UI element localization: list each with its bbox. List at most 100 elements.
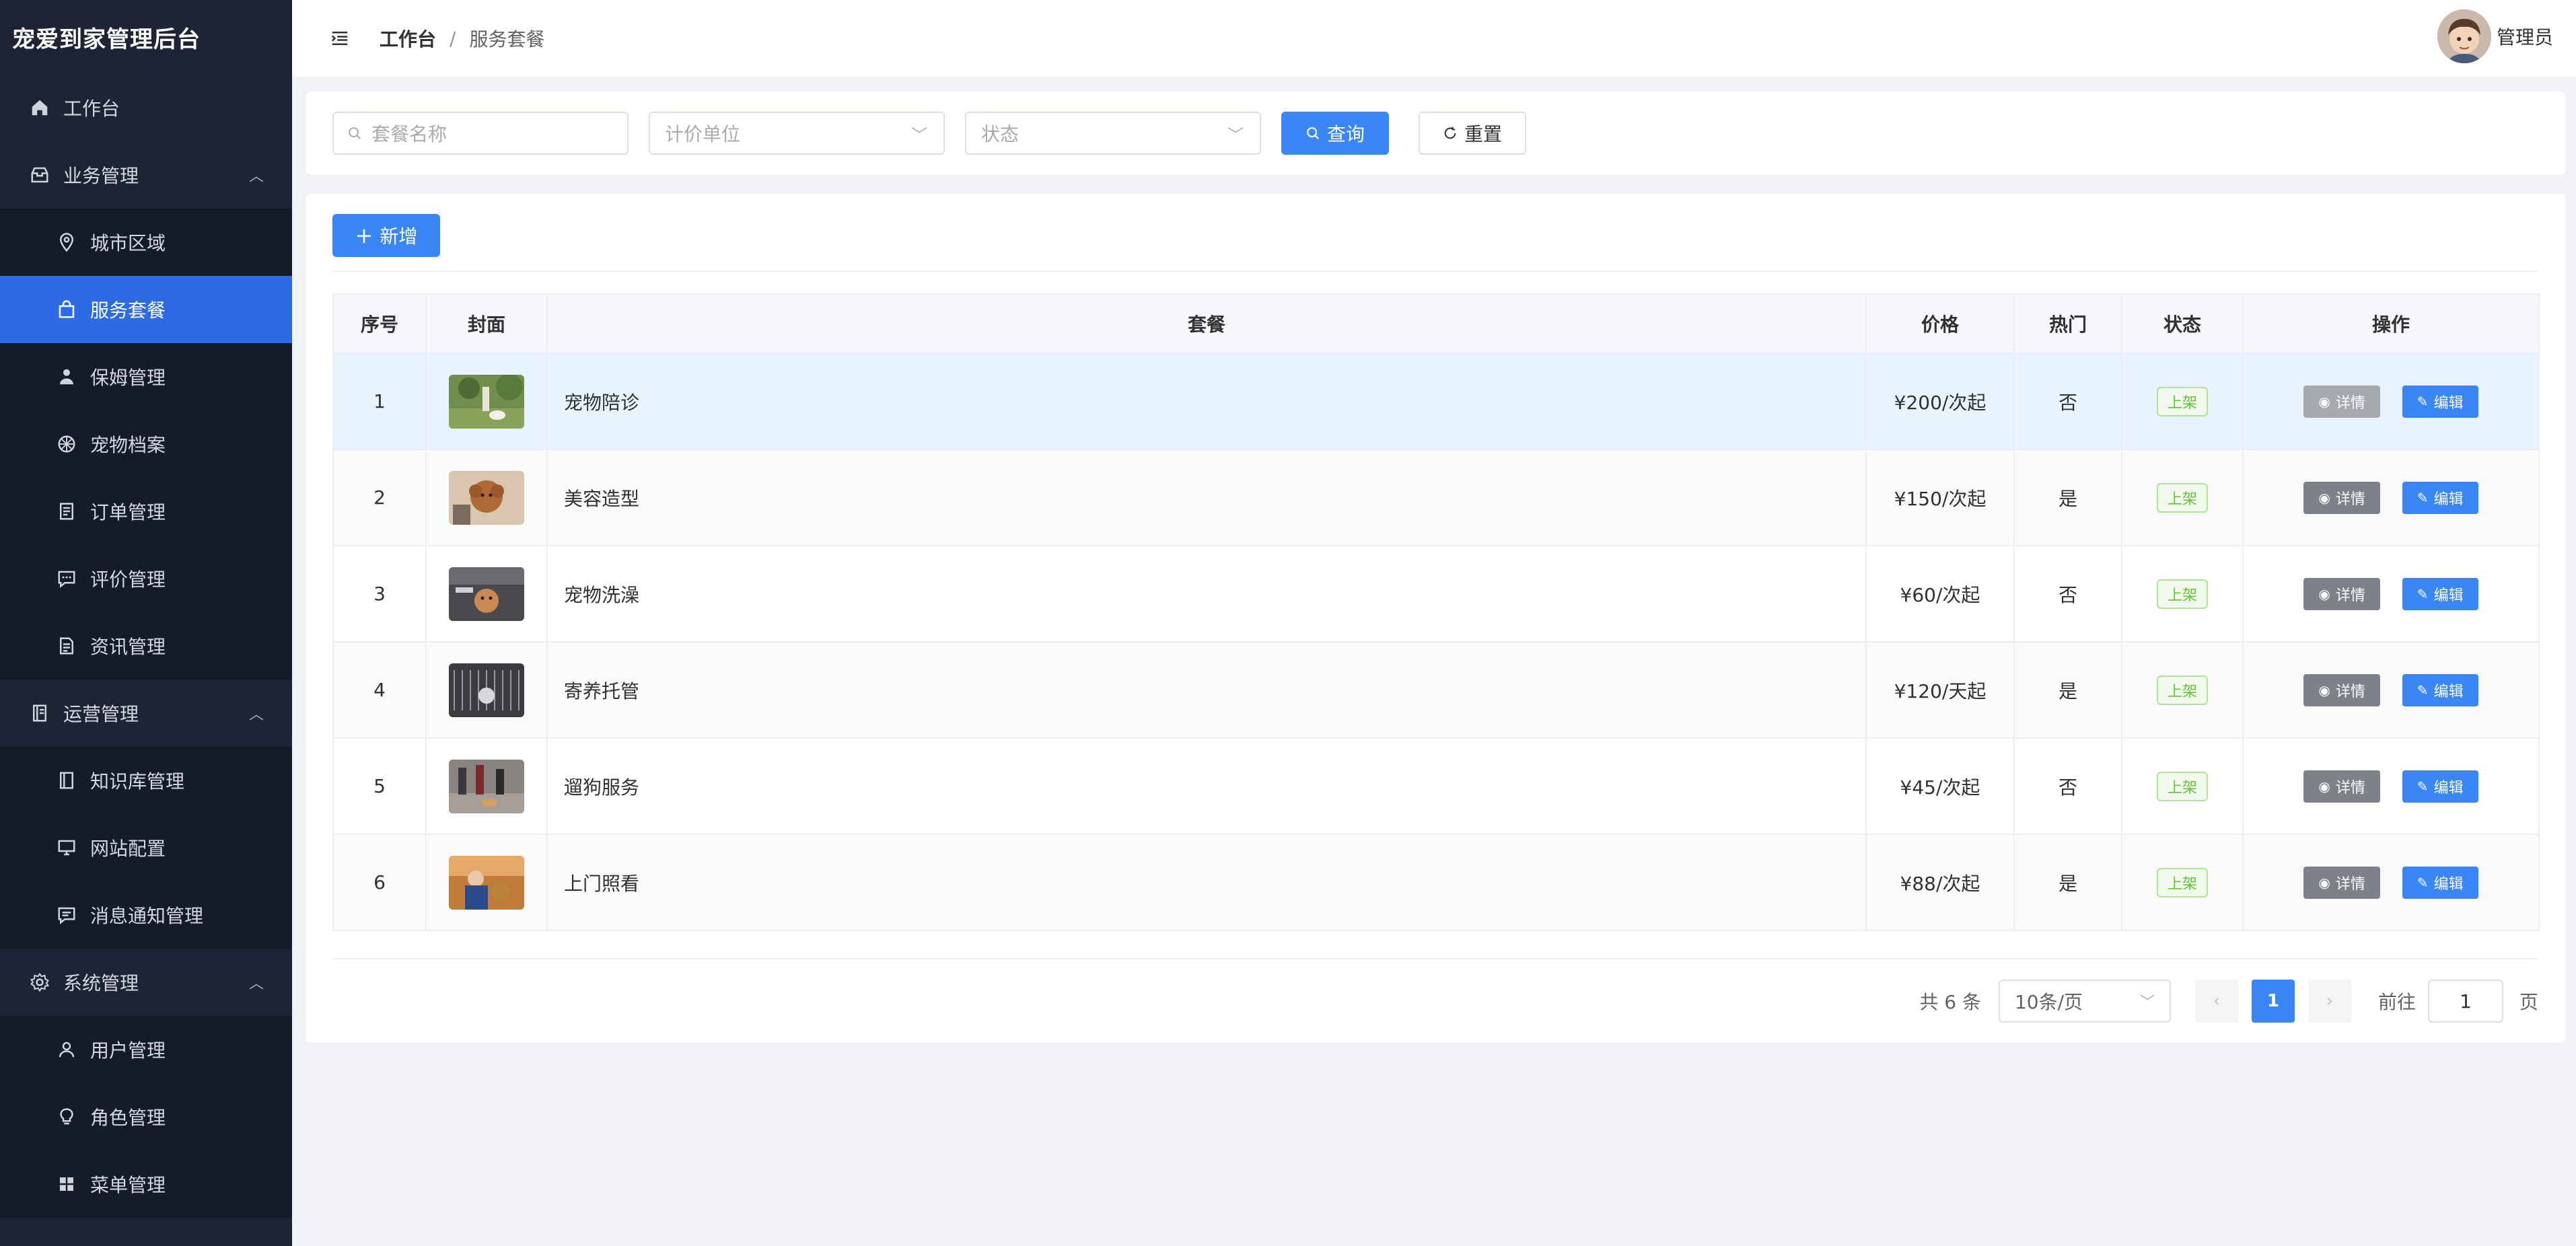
edit-button[interactable]: ✎ 编辑 [2402, 770, 2478, 803]
sidebar-group-business[interactable]: 业务管理 ︿ [0, 141, 292, 209]
edit-button[interactable]: ✎ 编辑 [2402, 673, 2478, 706]
price: ¥120/天起 [1865, 641, 2015, 739]
edit-label: 编辑 [2433, 779, 2464, 797]
sidebar-item-menus[interactable]: 菜单管理 [0, 1150, 292, 1218]
sidebar-item-label: 评价管理 [90, 569, 166, 591]
table-row[interactable]: 1 宠物陪诊 ¥200/次起 否 上架 ◉ 详情 ✎ 编辑 [332, 353, 2540, 450]
sidebar-item-orders[interactable]: 订单管理 [0, 478, 292, 545]
sidebar-item-city-area[interactable]: 城市区域 [0, 209, 292, 276]
breadcrumb-home[interactable]: 工作台 [380, 25, 436, 52]
detail-button[interactable]: ◉ 详情 [2303, 385, 2380, 418]
breadcrumb-current: 服务套餐 [469, 28, 545, 50]
table-panel: + 新增 序号 封面 套餐 价格 热门 状态 操作 1 宠物陪诊 ¥200/次起… [306, 194, 2565, 1043]
edit-button[interactable]: ✎ 编辑 [2402, 866, 2478, 899]
table-row[interactable]: 2 美容造型 ¥150/次起 是 上架 ◉ 详情 ✎ 编辑 [332, 449, 2540, 546]
plus-icon: + [355, 223, 373, 248]
edit-button[interactable]: ✎ 编辑 [2402, 481, 2478, 514]
table-row[interactable]: 4 寄养托管 ¥120/天起 是 上架 ◉ 详情 ✎ 编辑 [332, 641, 2540, 739]
actions-cell: ◉ 详情 ✎ 编辑 [2242, 449, 2540, 546]
page-number-button[interactable]: 1 [2251, 980, 2295, 1023]
page-size-select[interactable]: 10条/页 ﹀ [1998, 980, 2171, 1023]
document-icon [55, 500, 78, 523]
sidebar-group-operations[interactable]: 运营管理 ︿ [0, 680, 292, 747]
table-row[interactable]: 6 上门照看 ¥88/次起 是 上架 ◉ 详情 ✎ 编辑 [332, 834, 2540, 931]
package-name: 遛狗服务 [546, 737, 1867, 835]
sidebar-item-service-package[interactable]: 服务套餐 [0, 276, 292, 343]
sidebar-item-label: 网站配置 [90, 838, 166, 860]
sidebar-item-notifications[interactable]: 消息通知管理 [0, 881, 292, 949]
sidebar-item-roles[interactable]: 角色管理 [0, 1083, 292, 1150]
toolbar-divider [332, 270, 2538, 272]
sidebar-item-label: 保姆管理 [90, 367, 166, 389]
chevron-up-icon: ︿ [248, 706, 264, 723]
detail-button[interactable]: ◉ 详情 [2303, 577, 2380, 610]
cover-cell [425, 737, 548, 835]
chevron-up-icon: ︿ [248, 976, 264, 992]
sidebar-item-users[interactable]: 用户管理 [0, 1016, 292, 1083]
pagination-divider [332, 958, 2538, 959]
sidebar-item-nanny[interactable]: 保姆管理 [0, 343, 292, 410]
table-row[interactable]: 5 遛狗服务 ¥45/次起 否 上架 ◉ 详情 ✎ 编辑 [332, 737, 2540, 835]
status-cell: 上架 [2121, 545, 2244, 643]
hot-flag: 否 [2013, 737, 2122, 835]
sidebar-item-knowledge-base[interactable]: 知识库管理 [0, 747, 292, 814]
reset-button[interactable]: 重置 [1419, 112, 1526, 155]
sidebar-item-dashboard[interactable]: 工作台 [0, 74, 292, 141]
cover-image[interactable] [449, 374, 524, 429]
top-header: 工作台 / 服务套餐 管理员 [292, 0, 2576, 77]
chevron-left-icon: ‹ [2213, 991, 2221, 1011]
prev-page-button[interactable]: ‹ [2194, 980, 2238, 1023]
next-page-button[interactable]: › [2307, 980, 2351, 1023]
detail-button[interactable]: ◉ 详情 [2303, 770, 2380, 803]
row-index: 4 [332, 641, 427, 739]
breadcrumb: 工作台 / 服务套餐 [380, 25, 544, 52]
edit-button[interactable]: ✎ 编辑 [2402, 385, 2478, 418]
reset-label: 重置 [1464, 123, 1502, 145]
sidebar-item-reviews[interactable]: 评价管理 [0, 545, 292, 612]
menu-fold-icon[interactable] [330, 27, 353, 50]
package-name-input[interactable]: 套餐名称 [332, 112, 629, 155]
query-button[interactable]: 查询 [1281, 112, 1389, 155]
bulb-icon [55, 1105, 78, 1128]
edit-button[interactable]: ✎ 编辑 [2402, 577, 2478, 610]
price: ¥200/次起 [1865, 353, 2015, 450]
cover-image[interactable] [449, 855, 524, 910]
cover-image[interactable] [449, 566, 524, 621]
edit-label: 编辑 [2433, 683, 2464, 700]
cover-cell [425, 834, 548, 931]
edit-icon: ✎ [2417, 489, 2429, 506]
cover-image[interactable] [449, 663, 524, 717]
cover-image[interactable] [449, 759, 524, 813]
column-header: 热门 [2013, 293, 2122, 354]
edit-label: 编辑 [2433, 875, 2464, 893]
status-select[interactable]: 状态 ﹀ [965, 112, 1261, 155]
table-row[interactable]: 3 宠物洗澡 ¥60/次起 否 上架 ◉ 详情 ✎ 编辑 [332, 545, 2540, 643]
sidebar-item-label: 订单管理 [90, 501, 166, 523]
sidebar-item-label: 系统管理 [63, 972, 139, 994]
sidebar-group-system[interactable]: 系统管理 ︿ [0, 949, 292, 1016]
row-index: 6 [332, 834, 427, 931]
detail-button[interactable]: ◉ 详情 [2303, 866, 2380, 899]
actions-cell: ◉ 详情 ✎ 编辑 [2242, 641, 2540, 739]
user-menu[interactable]: 管理员 [2437, 9, 2553, 63]
edit-label: 编辑 [2433, 587, 2464, 604]
chevron-down-icon: ﹀ [2139, 994, 2155, 1011]
package-name: 美容造型 [546, 449, 1867, 546]
detail-button[interactable]: ◉ 详情 [2303, 673, 2380, 706]
add-button[interactable]: + 新增 [332, 214, 440, 257]
row-index: 1 [332, 353, 427, 450]
price: ¥88/次起 [1865, 834, 2015, 931]
pricing-unit-select[interactable]: 计价单位 ﹀ [649, 112, 945, 155]
sidebar-item-label: 资讯管理 [90, 636, 166, 658]
user-name: 管理员 [2496, 26, 2553, 48]
detail-button[interactable]: ◉ 详情 [2303, 481, 2380, 514]
avatar[interactable] [2437, 9, 2491, 63]
cover-image[interactable] [449, 470, 524, 525]
sidebar-item-pet-archive[interactable]: 宠物档案 [0, 410, 292, 478]
book-icon [55, 769, 78, 792]
edit-label: 编辑 [2433, 490, 2464, 508]
hot-flag: 是 [2013, 834, 2122, 931]
sidebar-item-news[interactable]: 资讯管理 [0, 612, 292, 680]
sidebar-item-site-config[interactable]: 网站配置 [0, 814, 292, 881]
goto-page-input[interactable]: 1 [2427, 980, 2503, 1023]
